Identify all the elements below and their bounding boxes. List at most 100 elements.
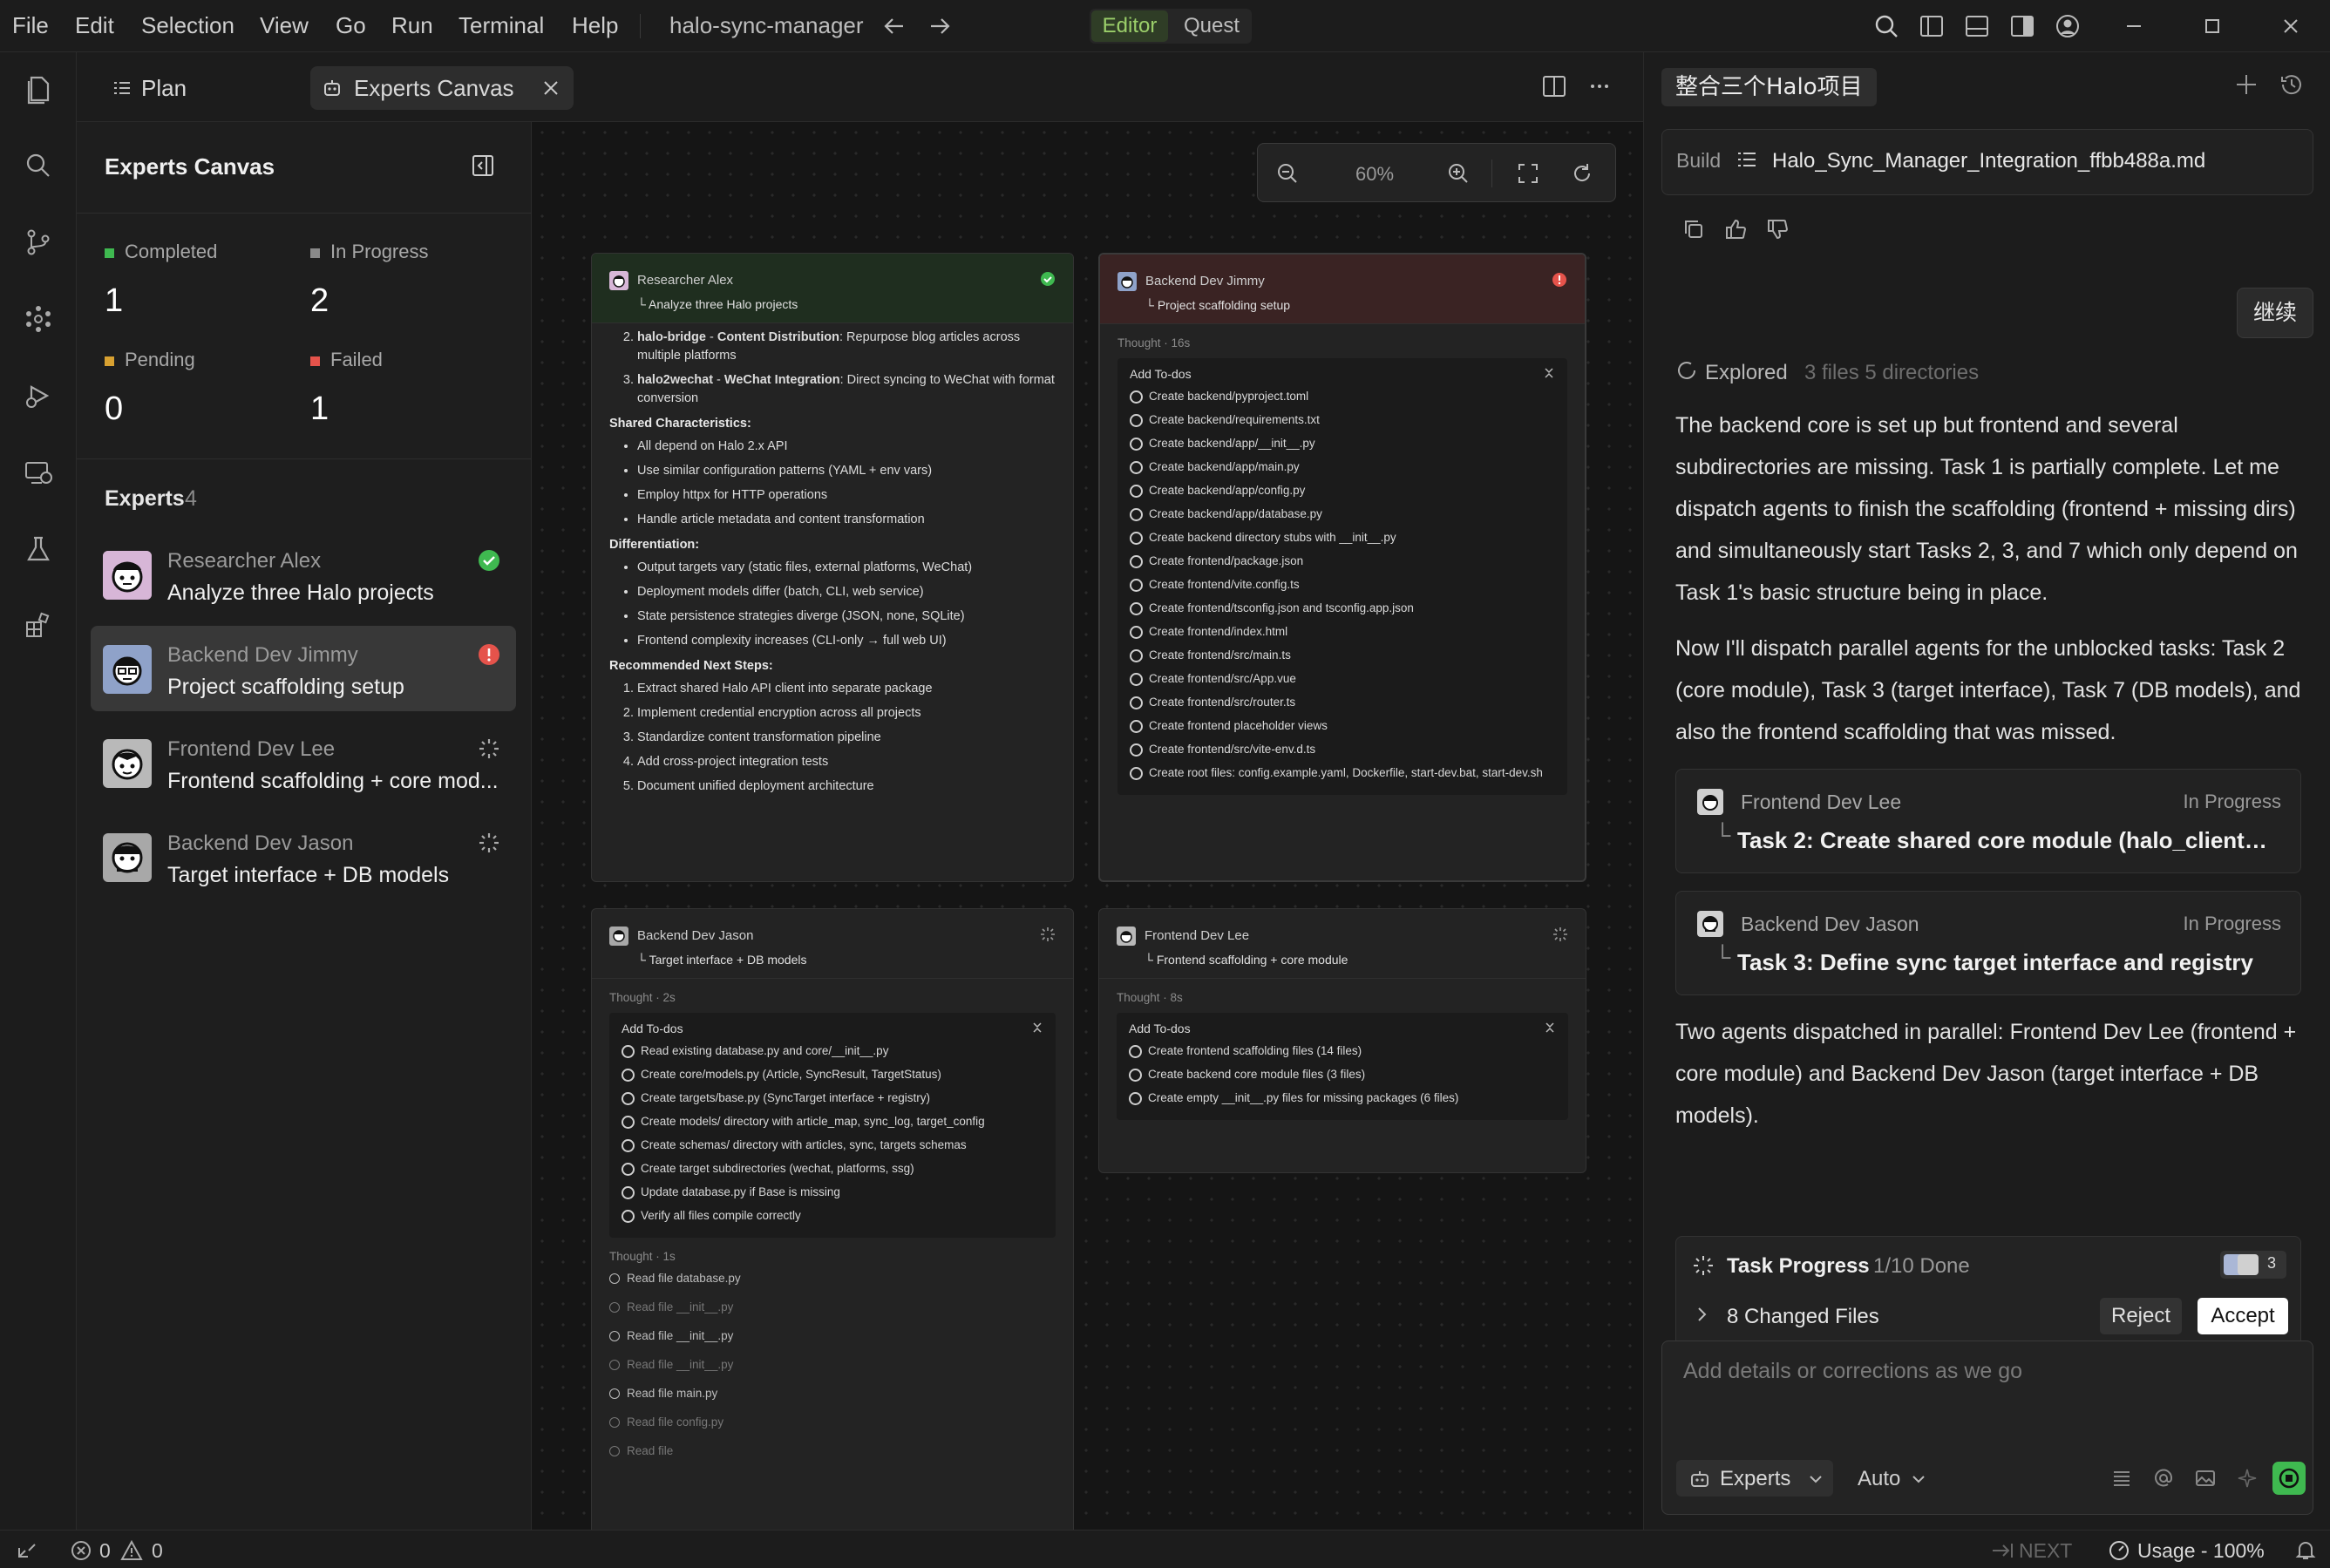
image-icon[interactable] bbox=[2194, 1467, 2217, 1490]
menu-terminal[interactable]: Terminal bbox=[459, 12, 544, 39]
todo-item[interactable]: Create backend directory stubs with __in… bbox=[1130, 531, 1555, 545]
menu-edit[interactable]: Edit bbox=[75, 12, 114, 39]
copy-icon[interactable] bbox=[1682, 218, 1705, 241]
todo-item[interactable]: Create frontend/src/main.ts bbox=[1130, 648, 1555, 662]
search-icon[interactable] bbox=[1872, 12, 1900, 40]
bell-icon[interactable] bbox=[2294, 1539, 2317, 1562]
collapse-icon[interactable] bbox=[1543, 367, 1555, 379]
mention-icon[interactable] bbox=[2152, 1467, 2175, 1490]
card-backend-dev-jimmy[interactable]: Backend Dev Jimmy └ Project scaffolding … bbox=[1098, 253, 1586, 882]
split-editor-icon[interactable] bbox=[1541, 73, 1567, 99]
zoom-in-icon[interactable] bbox=[1446, 161, 1471, 186]
toggle-panel-icon[interactable] bbox=[1963, 12, 1991, 40]
chevron-right-icon[interactable] bbox=[1692, 1305, 1711, 1324]
experts-canvas[interactable]: Researcher Alex └ Analyze three Halo pro… bbox=[532, 122, 1643, 1530]
sparkle-icon[interactable] bbox=[2236, 1467, 2259, 1490]
usage-label[interactable]: Usage - 100% bbox=[2137, 1539, 2265, 1563]
todo-item[interactable]: Create core/models.py (Article, SyncResu… bbox=[622, 1068, 1043, 1082]
collapse-panel-icon[interactable] bbox=[471, 153, 495, 178]
card-researcher-alex[interactable]: Researcher Alex └ Analyze three Halo pro… bbox=[591, 253, 1074, 882]
more-icon[interactable] bbox=[1586, 73, 1613, 99]
collapse-icon[interactable] bbox=[1031, 1022, 1043, 1034]
todo-item[interactable]: Create frontend/vite.config.ts bbox=[1130, 578, 1555, 592]
collapse-icon[interactable] bbox=[1544, 1022, 1556, 1034]
todo-item[interactable]: Create backend/app/__init__.py bbox=[1130, 437, 1555, 451]
run-debug-icon[interactable] bbox=[23, 380, 54, 411]
chat-title[interactable]: 整合三个Halo项目 bbox=[1661, 68, 1877, 106]
todo-item[interactable]: Create backend/app/config.py bbox=[1130, 484, 1555, 498]
menu-go[interactable]: Go bbox=[336, 12, 366, 39]
refresh-icon[interactable] bbox=[1570, 161, 1594, 186]
accept-button[interactable]: Accept bbox=[2198, 1298, 2288, 1334]
menu-help[interactable]: Help bbox=[572, 12, 618, 39]
toggle-sidebar-icon[interactable] bbox=[1918, 12, 1946, 40]
testing-flask-icon[interactable] bbox=[23, 533, 54, 565]
auto-model-select[interactable]: Auto bbox=[1858, 1467, 1900, 1491]
todo-item[interactable]: Create frontend/src/router.ts bbox=[1130, 696, 1555, 709]
warning-count[interactable]: 0 bbox=[152, 1539, 163, 1563]
todo-item[interactable]: Create schemas/ directory with articles,… bbox=[622, 1138, 1043, 1152]
minimize-icon[interactable] bbox=[2120, 12, 2148, 40]
source-control-icon[interactable] bbox=[23, 227, 54, 258]
warning-icon[interactable] bbox=[120, 1539, 143, 1562]
menu-run[interactable]: Run bbox=[391, 12, 433, 39]
expert-row-frontend-dev-lee[interactable]: Frontend Dev Lee Frontend scaffolding + … bbox=[91, 720, 516, 805]
menu-view[interactable]: View bbox=[260, 12, 309, 39]
next-label[interactable]: NEXT bbox=[2019, 1539, 2072, 1563]
maximize-icon[interactable] bbox=[2198, 12, 2226, 40]
remote-icon[interactable] bbox=[23, 457, 54, 488]
continue-button[interactable]: 继续 bbox=[2237, 288, 2313, 338]
todo-item[interactable]: Create frontend placeholder views bbox=[1130, 719, 1555, 733]
changed-files-label[interactable]: 8 Changed Files bbox=[1727, 1305, 1879, 1329]
explored-label[interactable]: Explored bbox=[1705, 361, 1788, 385]
todo-item[interactable]: Create backend/pyproject.toml bbox=[1130, 390, 1555, 404]
thumbs-up-icon[interactable] bbox=[1724, 218, 1747, 241]
todo-item[interactable]: Create backend/app/main.py bbox=[1130, 460, 1555, 474]
card-backend-dev-jason[interactable]: Backend Dev Jason └ Target interface + D… bbox=[591, 908, 1074, 1530]
error-count[interactable]: 0 bbox=[99, 1539, 111, 1563]
error-icon[interactable] bbox=[70, 1539, 92, 1562]
back-arrow-icon[interactable] bbox=[880, 12, 908, 40]
account-icon[interactable] bbox=[2054, 12, 2082, 40]
explorer-icon[interactable] bbox=[23, 73, 54, 105]
task-card[interactable]: Backend Dev Jason In Progress └ Task 3: … bbox=[1675, 891, 2301, 995]
toggle-secondary-icon[interactable] bbox=[2008, 12, 2036, 40]
menu-file[interactable]: File bbox=[12, 12, 49, 39]
todo-item[interactable]: Create frontend/index.html bbox=[1130, 625, 1555, 639]
expert-row-backend-dev-jason[interactable]: Backend Dev Jason Target interface + DB … bbox=[91, 814, 516, 899]
zoom-out-icon[interactable] bbox=[1275, 161, 1300, 186]
todo-item[interactable]: Create root files: config.example.yaml, … bbox=[1130, 766, 1555, 780]
todo-item[interactable]: Create frontend/tsconfig.json and tsconf… bbox=[1130, 601, 1555, 615]
mode-editor[interactable]: Editor bbox=[1091, 10, 1168, 42]
todo-item[interactable]: Create frontend/src/vite-env.d.ts bbox=[1130, 743, 1555, 757]
todo-item[interactable]: Create backend/app/database.py bbox=[1130, 507, 1555, 521]
todo-item[interactable]: Create models/ directory with article_ma… bbox=[622, 1115, 1043, 1129]
remote-status-icon[interactable] bbox=[16, 1539, 38, 1562]
todo-item[interactable]: Create frontend scaffolding files (14 fi… bbox=[1129, 1044, 1556, 1058]
expert-row-researcher-alex[interactable]: Researcher Alex Analyze three Halo proje… bbox=[91, 532, 516, 617]
todo-item[interactable]: Create backend core module files (3 file… bbox=[1129, 1068, 1556, 1082]
extensions-icon[interactable] bbox=[23, 610, 54, 641]
close-tab-icon[interactable] bbox=[540, 78, 561, 98]
build-file-box[interactable]: Build Halo_Sync_Manager_Integration_ffbb… bbox=[1661, 129, 2313, 195]
agents-icon[interactable] bbox=[23, 303, 54, 335]
tab-plan[interactable]: Plan bbox=[101, 66, 192, 110]
mode-quest[interactable]: Quest bbox=[1177, 10, 1247, 42]
todo-item[interactable]: Create empty __init__.py files for missi… bbox=[1129, 1091, 1556, 1105]
todo-item[interactable]: Create frontend/package.json bbox=[1130, 554, 1555, 568]
close-window-icon[interactable] bbox=[2277, 12, 2305, 40]
task-card[interactable]: Frontend Dev Lee In Progress └ Task 2: C… bbox=[1675, 769, 2301, 873]
experts-mode-button[interactable]: Experts bbox=[1676, 1460, 1833, 1497]
stop-button-icon[interactable] bbox=[2272, 1462, 2306, 1495]
todo-item[interactable]: Verify all files compile correctly bbox=[622, 1209, 1043, 1223]
todo-item[interactable]: Create targets/base.py (SyncTarget inter… bbox=[622, 1091, 1043, 1105]
todo-item[interactable]: Read existing database.py and core/__ini… bbox=[622, 1044, 1043, 1058]
forward-arrow-icon[interactable] bbox=[926, 12, 954, 40]
menu-selection[interactable]: Selection bbox=[141, 12, 234, 39]
card-frontend-dev-lee[interactable]: Frontend Dev Lee └ Frontend scaffolding … bbox=[1098, 908, 1586, 1173]
chat-input[interactable]: Add details or corrections as we go bbox=[1683, 1359, 2293, 1437]
avatar-stack[interactable]: 3 bbox=[2220, 1251, 2286, 1279]
tab-experts-canvas[interactable]: Experts Canvas bbox=[310, 66, 574, 110]
expert-row-backend-dev-jimmy[interactable]: Backend Dev Jimmy Project scaffolding se… bbox=[91, 626, 516, 711]
search-icon[interactable] bbox=[23, 150, 54, 181]
